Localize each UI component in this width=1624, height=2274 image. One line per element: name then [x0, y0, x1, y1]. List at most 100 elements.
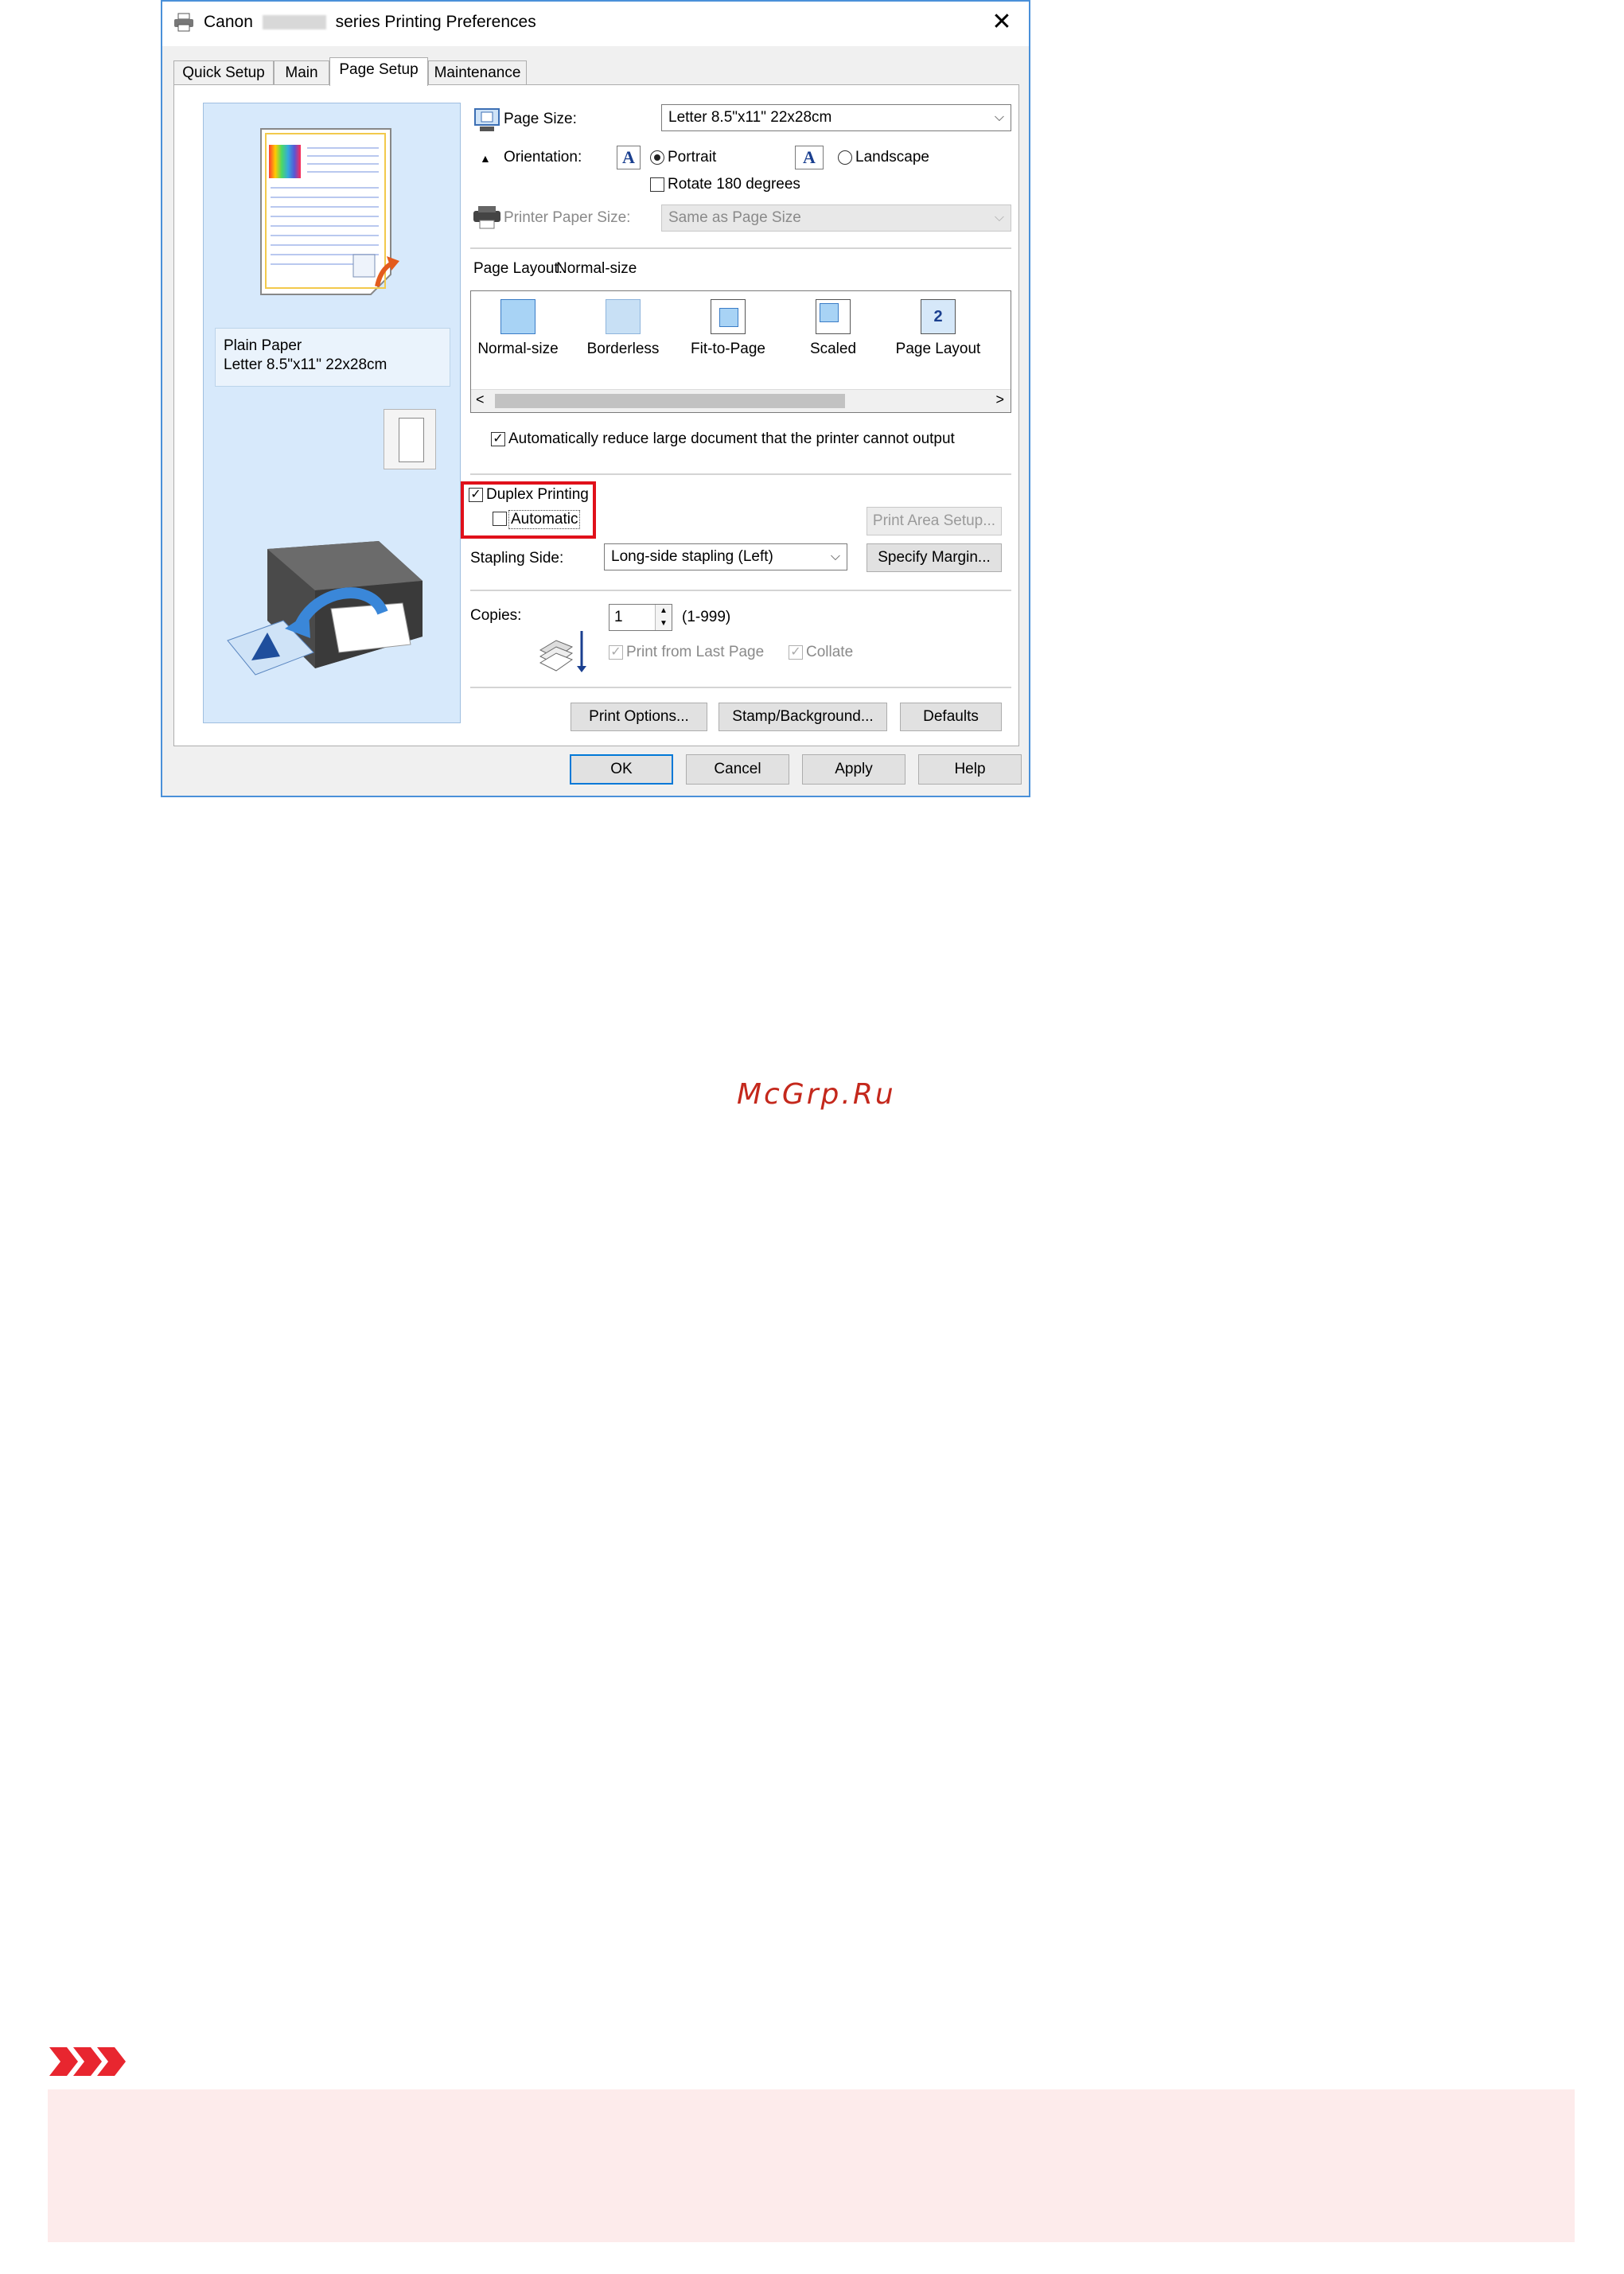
orientation-label: Orientation: [504, 149, 582, 165]
landscape-radio[interactable] [838, 150, 852, 165]
cancel-button[interactable]: Cancel [686, 754, 789, 785]
layout-borderless-label: Borderless [586, 341, 660, 357]
collate-label[interactable]: Collate [806, 644, 853, 661]
layout-fit-to-page[interactable]: Fit-to-Page [684, 299, 772, 358]
settings-preview-pane: Plain Paper Letter 8.5"x11" 22x28cm [203, 103, 461, 723]
spin-updown-icon[interactable]: ▲ ▼ [655, 605, 672, 630]
page-size-icon [474, 108, 500, 131]
printer-paper-icon [473, 206, 500, 229]
stapling-side-dropdown[interactable]: Long-side stapling (Left) ⌵ [604, 543, 847, 570]
copies-range: (1-999) [682, 609, 731, 625]
copies-spinner[interactable]: 1 ▲ ▼ [609, 604, 672, 631]
stamp-background-button[interactable]: Stamp/Background... [719, 703, 887, 731]
rotate-180-checkbox[interactable] [650, 177, 664, 192]
important-note-panel [48, 2089, 1575, 2242]
page-size-value: Letter 8.5"x11" 22x28cm [668, 109, 832, 126]
layout-scaled[interactable]: Scaled [789, 299, 877, 358]
bullet-icon: ▲ [480, 152, 491, 165]
layout-borderless[interactable]: Borderless [579, 299, 667, 358]
layout-fit-to-page-label: Fit-to-Page [691, 341, 765, 357]
print-from-last-page-label[interactable]: Print from Last Page [626, 644, 764, 661]
tab-quick-setup[interactable]: Quick Setup [173, 60, 274, 84]
page-layout-label: Page Layout: [473, 260, 563, 277]
window-title-prefix: Canon [204, 13, 253, 31]
scaled-icon [816, 299, 851, 334]
automatic-label[interactable]: Automatic [508, 510, 581, 529]
scroll-left-icon[interactable]: < [476, 391, 485, 408]
apply-button[interactable]: Apply [802, 754, 905, 785]
collate-checkbox[interactable]: ✓ [789, 645, 803, 660]
normal-size-icon [500, 299, 535, 334]
scrollbar-thumb[interactable] [495, 394, 845, 408]
close-button[interactable]: ✕ [986, 6, 1018, 38]
page-thumbnail-icon [399, 418, 424, 462]
landscape-label[interactable]: Landscape [855, 149, 929, 166]
layout-normal-size[interactable]: Normal-size [474, 299, 562, 358]
duplex-printing-label[interactable]: Duplex Printing [486, 486, 589, 504]
paper-size-text: Letter 8.5"x11" 22x28cm [224, 356, 388, 373]
portrait-label[interactable]: Portrait [668, 149, 716, 166]
layout-page-layout[interactable]: 2 Page Layout [894, 299, 982, 358]
page-layout-icon: 2 [921, 299, 956, 334]
duplex-printing-checkbox[interactable]: ✓ [469, 488, 483, 502]
paper-info-box: Plain Paper Letter 8.5"x11" 22x28cm [215, 328, 450, 387]
watermark-text: McGrp.Ru [737, 1078, 896, 1111]
print-from-last-page-checkbox[interactable]: ✓ [609, 645, 623, 660]
rotate-180-label[interactable]: Rotate 180 degrees [668, 176, 800, 193]
printer-duplex-illustration [227, 541, 423, 676]
automatic-checkbox[interactable] [493, 512, 507, 526]
copies-label: Copies: [470, 607, 522, 624]
print-options-button[interactable]: Print Options... [571, 703, 707, 731]
landscape-icon: A [795, 146, 824, 169]
page-size-dropdown[interactable]: Letter 8.5"x11" 22x28cm ⌵ [661, 104, 1011, 131]
printer-paper-size-dropdown[interactable]: Same as Page Size ⌵ [661, 204, 1011, 232]
portrait-icon: A [617, 146, 641, 169]
window-title-suffix: series Printing Preferences [335, 13, 536, 31]
print-area-setup-button[interactable]: Print Area Setup... [867, 507, 1002, 535]
help-button[interactable]: Help [918, 754, 1022, 785]
printing-preferences-dialog: Canon series Printing Preferences ✕ Quic… [161, 0, 1030, 797]
auto-reduce-checkbox[interactable]: ✓ [491, 432, 505, 446]
page-layout-list[interactable]: Normal-size Borderless Fit-to-Page Scale… [470, 290, 1011, 413]
ok-button[interactable]: OK [570, 754, 673, 785]
layout-page-layout-label: Page Layout [895, 341, 981, 357]
printer-icon [174, 13, 193, 32]
divider [470, 590, 1011, 591]
divider [470, 473, 1011, 475]
page-layout-current: Normal-size [556, 260, 637, 277]
layout-normal-size-label: Normal-size [477, 341, 559, 357]
printer-paper-size-label: Printer Paper Size: [504, 209, 631, 226]
page-size-label: Page Size: [504, 111, 577, 127]
page-setup-panel: Plain Paper Letter 8.5"x11" 22x28cm Page… [173, 84, 1019, 746]
stapling-side-label: Stapling Side: [470, 550, 564, 567]
page-orientation-preview-button[interactable] [384, 409, 436, 469]
chevron-down-icon: ⌵ [994, 111, 1004, 124]
chevron-down-icon: ⌵ [830, 550, 840, 563]
divider [470, 687, 1011, 688]
portrait-radio[interactable] [650, 150, 664, 165]
document-preview-icon [260, 128, 399, 295]
divider [470, 247, 1011, 249]
window-title: Canon series Printing Preferences [204, 13, 536, 32]
stapling-side-value: Long-side stapling (Left) [611, 548, 773, 565]
tab-maintenance[interactable]: Maintenance [428, 60, 527, 84]
auto-reduce-label[interactable]: Automatically reduce large document that… [508, 430, 955, 448]
important-chevrons-icon [49, 2047, 126, 2076]
copies-value: 1 [614, 609, 623, 625]
defaults-button[interactable]: Defaults [900, 703, 1002, 731]
scroll-right-icon[interactable]: > [995, 391, 1004, 408]
chevron-down-icon: ⌵ [994, 211, 1004, 224]
title-bar[interactable]: Canon series Printing Preferences ✕ [162, 2, 1029, 46]
fit-to-page-icon [711, 299, 746, 334]
copies-stack-icon [539, 631, 586, 672]
specify-margin-button[interactable]: Specify Margin... [867, 543, 1002, 572]
media-type-text: Plain Paper [224, 337, 302, 354]
model-name-redacted [262, 15, 326, 30]
layout-scrollbar[interactable]: < > [471, 389, 1011, 412]
tab-main[interactable]: Main [274, 60, 329, 84]
tab-page-setup[interactable]: Page Setup [329, 57, 428, 86]
layout-scaled-label: Scaled [809, 341, 857, 357]
radio-selected-dot [654, 154, 660, 161]
borderless-icon [606, 299, 641, 334]
printer-paper-size-value: Same as Page Size [668, 209, 801, 226]
